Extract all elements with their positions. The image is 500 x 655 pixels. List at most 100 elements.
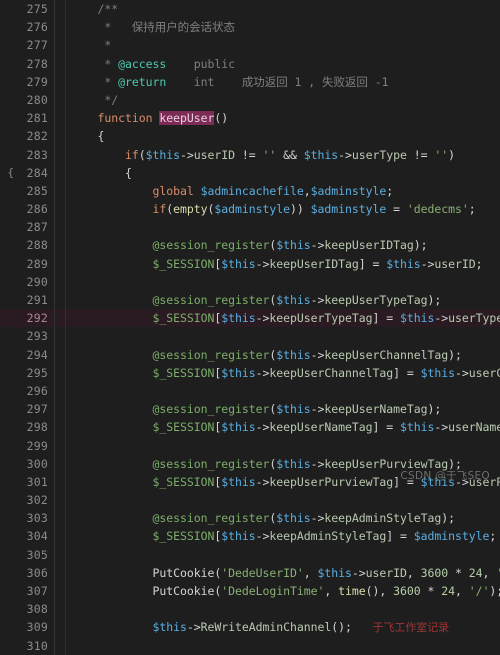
code-line[interactable]: 277 *: [0, 36, 500, 55]
code-line[interactable]: 299: [0, 436, 500, 455]
code-line[interactable]: 287: [0, 218, 500, 237]
line-number: 295: [26, 365, 48, 380]
code-text[interactable]: $_SESSION[$this->keepUserTypeTag] = $thi…: [66, 309, 500, 327]
code-lines-container[interactable]: 275 /** 276 * 保持用户的会话状态 277 * 278 * @access…: [0, 0, 500, 655]
indent-guide: [65, 491, 66, 510]
code-line[interactable]: 291 @session_register($this->keepUserTyp…: [0, 291, 500, 310]
code-text[interactable]: $this->ReWriteAdminChannel(); 于飞工作室记录: [66, 618, 500, 637]
code-line[interactable]: 308: [0, 600, 500, 619]
code-text[interactable]: $_SESSION[$this->keepUserNameTag] = $thi…: [66, 418, 500, 436]
code-text[interactable]: *: [66, 36, 500, 54]
code-line[interactable]: 307 PutCookie('DedeLoginTime', time(), 3…: [0, 582, 500, 601]
selected-token[interactable]: keepUser: [159, 111, 214, 126]
code-line[interactable]: 281 function keepUser(): [0, 109, 500, 128]
marker-column: [55, 255, 65, 273]
code-line[interactable]: 288 @session_register($this->keepUserIDT…: [0, 236, 500, 255]
marker-column: [55, 164, 65, 182]
code-line[interactable]: 286 if(empty($adminstyle)) $adminstyle =…: [0, 200, 500, 219]
marker-column: [55, 146, 65, 164]
line-number: 290: [26, 274, 48, 289]
code-text[interactable]: @session_register($this->keepAdminStyleT…: [66, 509, 500, 527]
line-number: 276: [26, 20, 48, 35]
line-number: 289: [26, 256, 48, 271]
marker-column: [55, 437, 65, 455]
line-number: 299: [26, 438, 48, 453]
code-text[interactable]: @session_register($this->keepUserIDTag);: [66, 236, 500, 254]
marker-column: [55, 637, 65, 655]
code-text[interactable]: if($this->userID != '' && $this->userTyp…: [66, 146, 500, 164]
code-line[interactable]: 283 if($this->userID != '' && $this->use…: [0, 145, 500, 164]
code-line[interactable]: 304 $_SESSION[$this->keepAdminStyleTag] …: [0, 527, 500, 546]
code-text[interactable]: $_SESSION[$this->keepAdminStyleTag] = $a…: [66, 527, 500, 545]
marker-column: [55, 418, 65, 436]
code-line[interactable]: 305: [0, 545, 500, 564]
line-number: 279: [26, 74, 48, 89]
line-number: 309: [26, 620, 48, 635]
code-line[interactable]: 298 $_SESSION[$this->keepUserNameTag] = …: [0, 418, 500, 437]
code-line[interactable]: 285 global $admincachefile,$adminstyle;: [0, 181, 500, 201]
code-text[interactable]: $_SESSION[$this->keepUserChannelTag] = $…: [66, 364, 500, 382]
code-text[interactable]: @session_register($this->keepUserTypeTag…: [66, 291, 500, 309]
code-editor-pane[interactable]: 275 /** 276 * 保持用户的会话状态 277 * 278 * @access…: [0, 0, 500, 655]
code-line[interactable]: 275 /**: [0, 0, 500, 19]
code-line[interactable]: 278 * @access public: [0, 54, 500, 73]
code-text[interactable]: @session_register($this->keepUserNameTag…: [66, 400, 500, 418]
code-line[interactable]: 296: [0, 381, 500, 401]
code-text[interactable]: {: [66, 127, 500, 145]
code-line[interactable]: 303 @session_register($this->keepAdminSt…: [0, 509, 500, 528]
code-text[interactable]: $_SESSION[$this->keepUserIDTag] = $this-…: [66, 255, 500, 273]
fold-marker-icon[interactable]: {: [0, 164, 14, 182]
code-line[interactable]: {284 {: [0, 163, 500, 182]
code-line[interactable]: 276 * 保持用户的会话状态: [0, 18, 500, 37]
code-line[interactable]: 292 $_SESSION[$this->keepUserTypeTag] = …: [0, 309, 500, 328]
code-line[interactable]: 295 $_SESSION[$this->keepUserChannelTag]…: [0, 363, 500, 382]
code-text[interactable]: function keepUser(): [66, 109, 500, 127]
code-text[interactable]: @session_register($this->keepUserChannel…: [66, 346, 500, 364]
line-number: 285: [26, 183, 48, 198]
code-line[interactable]: 279 * @return int 成功返回 1 , 失败返回 -1: [0, 72, 500, 91]
code-line[interactable]: 293: [0, 327, 500, 346]
indent-guide: [65, 381, 66, 401]
inline-watermark: 于飞工作室记录: [372, 621, 450, 635]
marker-column: [55, 491, 65, 509]
line-number: 287: [26, 220, 48, 235]
line-number: 307: [26, 584, 48, 598]
code-line[interactable]: 289 $_SESSION[$this->keepUserIDTag] = $t…: [0, 254, 500, 273]
code-text[interactable]: global $admincachefile,$adminstyle;: [66, 182, 500, 200]
code-text[interactable]: {: [66, 164, 500, 182]
line-number: 297: [26, 402, 48, 417]
marker-column: [55, 327, 65, 345]
line-number: 302: [26, 493, 48, 508]
marker-column: [55, 346, 65, 364]
code-text[interactable]: PutCookie('DedeLoginTime', time(), 3600 …: [66, 582, 500, 600]
indent-guide: [65, 436, 66, 455]
code-line[interactable]: 297 @session_register($this->keepUserNam…: [0, 400, 500, 419]
code-text[interactable]: * @return int 成功返回 1 , 失败返回 -1: [66, 73, 500, 91]
code-text[interactable]: * @access public: [66, 55, 500, 73]
code-text[interactable]: /**: [66, 0, 500, 18]
line-number: 284: [26, 165, 48, 180]
marker-column: [55, 473, 65, 491]
line-number: 304: [26, 529, 48, 544]
code-line[interactable]: 306 PutCookie('DedeUserID', $this->userI…: [0, 563, 500, 582]
code-line[interactable]: 280 */: [0, 90, 500, 110]
code-line[interactable]: 310: [0, 636, 500, 655]
code-line[interactable]: 302: [0, 491, 500, 510]
code-line[interactable]: 282 {: [0, 127, 500, 146]
line-number: 277: [26, 38, 48, 53]
line-number: 291: [26, 293, 48, 307]
code-line[interactable]: 294 @session_register($this->keepUserCha…: [0, 345, 500, 364]
code-text[interactable]: PutCookie('DedeUserID', $this->userID, 3…: [66, 564, 500, 582]
line-number: 275: [26, 2, 48, 16]
csdn-watermark: CSDN @于飞SEO: [400, 470, 490, 482]
code-text[interactable]: * 保持用户的会话状态: [66, 18, 500, 36]
indent-guide: [65, 636, 66, 655]
code-line[interactable]: 290: [0, 272, 500, 291]
marker-column: [55, 91, 65, 109]
marker-column: [55, 236, 65, 254]
marker-column: [55, 55, 65, 73]
code-text[interactable]: if(empty($adminstyle)) $adminstyle = 'de…: [66, 200, 500, 218]
code-line[interactable]: 309 $this->ReWriteAdminChannel(); 于飞工作室记…: [0, 618, 500, 637]
code-text[interactable]: */: [66, 91, 500, 109]
indent-guide: [65, 600, 66, 619]
